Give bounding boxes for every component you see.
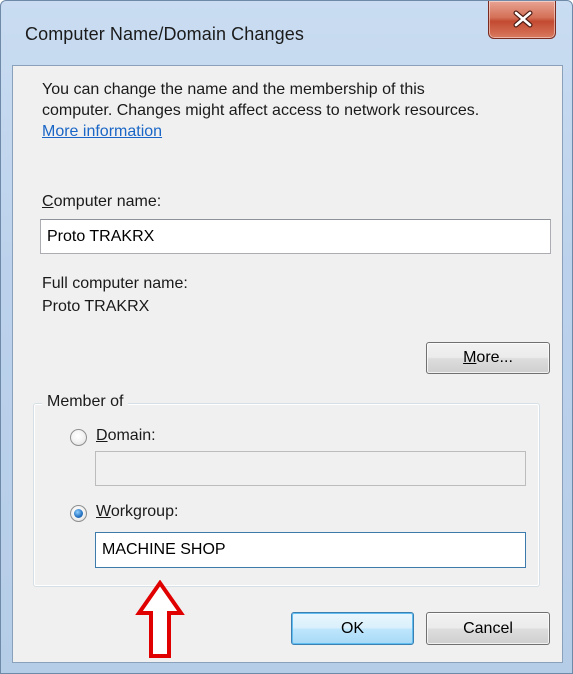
domain-radio[interactable] xyxy=(70,429,87,446)
cancel-button[interactable]: Cancel xyxy=(426,612,550,645)
ok-button[interactable]: OK xyxy=(291,612,414,645)
title-bar[interactable]: Computer Name/Domain Changes xyxy=(1,1,572,67)
close-icon xyxy=(513,10,533,28)
workgroup-radio-dot xyxy=(74,509,83,518)
computer-name-label: Computer name: xyxy=(42,193,161,211)
more-button-accel: M xyxy=(463,349,477,366)
computer-name-input[interactable] xyxy=(40,219,551,254)
more-information-link[interactable]: More information xyxy=(42,123,162,141)
domain-label-rest: omain: xyxy=(107,427,156,444)
workgroup-label[interactable]: Workgroup: xyxy=(96,503,178,521)
up-arrow-icon xyxy=(135,580,185,658)
close-button[interactable] xyxy=(488,1,556,39)
window-title: Computer Name/Domain Changes xyxy=(25,24,304,44)
domain-input[interactable] xyxy=(95,451,526,486)
more-button-rest: ore... xyxy=(476,349,513,366)
computer-name-label-rest: omputer name: xyxy=(53,193,162,210)
computer-name-label-accel: C xyxy=(42,193,54,210)
more-button[interactable]: More... xyxy=(426,342,550,374)
workgroup-label-accel: W xyxy=(96,503,111,520)
workgroup-radio[interactable] xyxy=(70,505,87,522)
domain-label[interactable]: Domain: xyxy=(96,427,156,445)
member-of-legend: Member of xyxy=(42,393,129,411)
full-computer-name-value: Proto TRAKRX xyxy=(42,298,150,315)
intro-line-2: computer. Changes might affect access to… xyxy=(42,102,480,119)
domain-label-accel: D xyxy=(96,427,108,444)
workgroup-label-rest: orkgroup: xyxy=(110,503,179,520)
workgroup-input[interactable] xyxy=(95,532,526,568)
full-computer-name-label: Full computer name: xyxy=(42,275,188,292)
intro-line-1: You can change the name and the membersh… xyxy=(42,81,425,98)
